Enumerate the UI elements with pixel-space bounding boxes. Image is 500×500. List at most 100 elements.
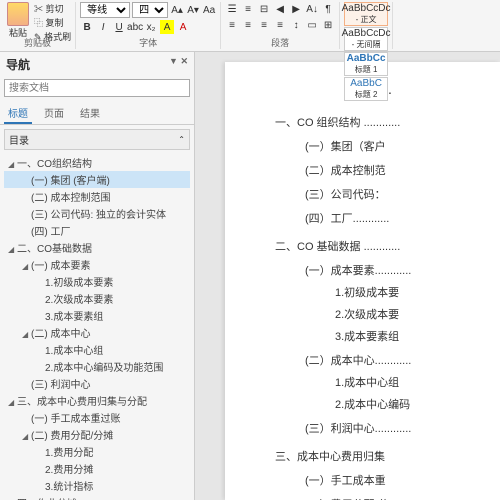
ribbon: 粘贴 ✂ 剪切 ⿻ 复制 ✎ 格式刷 剪贴板 等线 四号 A▴ A▾ Aa B … [0,0,500,52]
tree-item[interactable]: (三) 利润中心 [4,375,190,392]
search-input[interactable] [4,79,190,97]
ribbon-group-styles: AaBbCcDc- 正文 AaBbCcDc- 无间隔 AaBbCc标题 1 Aa… [340,2,393,49]
tree-item[interactable]: 1.初级成本要素 [4,273,190,290]
tree-item[interactable]: (二) 成本控制范围 [4,188,190,205]
toc-body: 一、CO 组织结构 (一）集团（客户(二）成本控制范(三）公司代码：(四）工厂二… [255,112,500,500]
tree-item[interactable]: 3.成本要素组 [4,307,190,324]
grow-font-button[interactable]: A▴ [170,3,184,17]
show-marks-button[interactable]: ¶ [321,2,335,16]
style-heading1[interactable]: AaBbCc标题 1 [344,52,388,76]
expand-icon[interactable]: ◢ [22,262,31,271]
tree-item[interactable]: (四) 工厂 [4,222,190,239]
font-family-select[interactable]: 等线 [80,2,130,18]
style-heading2[interactable]: AaBbC标题 2 [344,77,388,101]
tree-item[interactable]: ◢一、CO组织结构 [4,154,190,171]
document-area: ·目录· 一、CO 组织结构 (一）集团（客户(二）成本控制范(三）公司代码：(… [195,52,500,500]
expand-icon[interactable]: ◢ [22,432,31,441]
toc-entry: 1.初级成本要 [255,282,500,302]
toc-entry: (一）成本要素 [255,260,500,280]
indent-left-button[interactable]: ◀ [273,2,287,16]
line-spacing-button[interactable]: ↕ [289,18,303,32]
tree-item[interactable]: ◢三、成本中心费用归集与分配 [4,392,190,409]
change-case-button[interactable]: Aa [202,3,216,17]
multilevel-button[interactable]: ⊟ [257,2,271,16]
chevron-icon: ⌃ [178,135,185,144]
toc-entry: 1.成本中心组 [255,372,500,392]
shrink-font-button[interactable]: A▾ [186,3,200,17]
nav-title: 导航 [6,56,30,73]
tree-item[interactable]: 2.费用分摊 [4,460,190,477]
document-page[interactable]: ·目录· 一、CO 组织结构 (一）集团（客户(二）成本控制范(三）公司代码：(… [225,62,500,500]
tree-item[interactable]: ◢(二) 费用分配/分摊 [4,426,190,443]
toc-entry: (二）费用分配/分 [255,494,500,500]
tree-item[interactable]: (一) 手工成本重过账 [4,409,190,426]
align-right-button[interactable]: ≡ [257,18,271,32]
tree-item[interactable]: 1.成本中心组 [4,341,190,358]
toc-entry: (二）成本中心 [255,350,500,370]
expand-icon[interactable]: ◢ [22,330,31,339]
font-color-button[interactable]: A [176,20,190,34]
toc-entry: (二）成本控制范 [255,160,500,180]
bullets-button[interactable]: ☰ [225,2,239,16]
borders-button[interactable]: ⊞ [321,18,335,32]
subscript-button[interactable]: x₂ [144,20,158,34]
tree-item[interactable]: 2.次级成本要素 [4,290,190,307]
toc-entry: 2.次级成本要 [255,304,500,324]
underline-button[interactable]: U [112,20,126,34]
toc-entry: 2.成本中心编码 [255,394,500,414]
tree-item[interactable]: (一) 集团 (客户端) [4,171,190,188]
tree-item[interactable]: 2.成本中心编码及功能范围 [4,358,190,375]
toc-entry: (三）利润中心 [255,418,500,438]
expand-icon[interactable]: ◢ [8,398,17,407]
tree-item[interactable]: ◢二、CO基础数据 [4,239,190,256]
tab-results[interactable]: 结果 [76,103,104,124]
group-label: 段落 [221,36,339,49]
shading-button[interactable]: ▭ [305,18,319,32]
ribbon-group-clipboard: 粘贴 ✂ 剪切 ⿻ 复制 ✎ 格式刷 剪贴板 [0,2,76,49]
tree-item[interactable]: 1.费用分配 [4,443,190,460]
tree-item[interactable]: ◢四、作业分摊 [4,494,190,500]
indent-right-button[interactable]: ▶ [289,2,303,16]
tree-item[interactable]: 3.统计指标 [4,477,190,494]
copy-icon: ⿻ [34,18,43,28]
tree-item[interactable]: ◢(二) 成本中心 [4,324,190,341]
toc-entry: 三、成本中心费用归集 [255,446,500,466]
style-no-spacing[interactable]: AaBbCcDc- 无间隔 [344,27,388,51]
tree-item[interactable]: ◢(一) 成本要素 [4,256,190,273]
expand-icon[interactable]: ◢ [8,245,17,254]
nav-tree[interactable]: ◢一、CO组织结构(一) 集团 (客户端)(二) 成本控制范围(三) 公司代码:… [0,154,194,500]
font-size-select[interactable]: 四号 [132,2,168,18]
navigation-pane: 导航 ▼ ✕ 标题 页面 结果 目录 ⌃ ◢一、CO组织结构(一) 集团 (客户… [0,52,195,500]
cut-button[interactable]: ✂ 剪切 [34,2,71,15]
toc-entry: (四）工厂 [255,208,500,228]
group-label: 剪贴板 [0,36,75,49]
nav-search [4,79,190,97]
align-center-button[interactable]: ≡ [241,18,255,32]
toc-entry: (三）公司代码： [255,184,500,204]
group-label: 字体 [76,36,220,49]
italic-button[interactable]: I [96,20,110,34]
highlight-button[interactable]: A [160,20,174,34]
strike-button[interactable]: abc [128,20,142,34]
nav-dropdown-icon[interactable]: ▼ ✕ [169,56,188,73]
style-normal[interactable]: AaBbCcDc- 正文 [344,2,388,26]
tab-pages[interactable]: 页面 [40,103,68,124]
expand-icon[interactable]: ◢ [8,160,17,169]
copy-button[interactable]: ⿻ 复制 [34,16,71,29]
ribbon-group-paragraph: ☰ ≡ ⊟ ◀ ▶ A↓ ¶ ≡ ≡ ≡ ≡ ↕ ▭ ⊞ 段落 [221,2,340,49]
tree-item[interactable]: (三) 公司代码: 独立的会计实体 [4,205,190,222]
tab-headings[interactable]: 标题 [4,103,32,124]
toc-entry: 3.成本要素组 [255,326,500,346]
justify-button[interactable]: ≡ [273,18,287,32]
scissors-icon: ✂ [34,4,43,14]
clipboard-icon [7,2,29,26]
numbering-button[interactable]: ≡ [241,2,255,16]
nav-tabs: 标题 页面 结果 [0,99,194,125]
bold-button[interactable]: B [80,20,94,34]
sort-button[interactable]: A↓ [305,2,319,16]
main-area: 导航 ▼ ✕ 标题 页面 结果 目录 ⌃ ◢一、CO组织结构(一) 集团 (客户… [0,52,500,500]
nav-tree-header[interactable]: 目录 ⌃ [4,129,190,150]
align-left-button[interactable]: ≡ [225,18,239,32]
toc-entry: 二、CO 基础数据 [255,236,500,256]
toc-entry: 一、CO 组织结构 [255,112,500,132]
